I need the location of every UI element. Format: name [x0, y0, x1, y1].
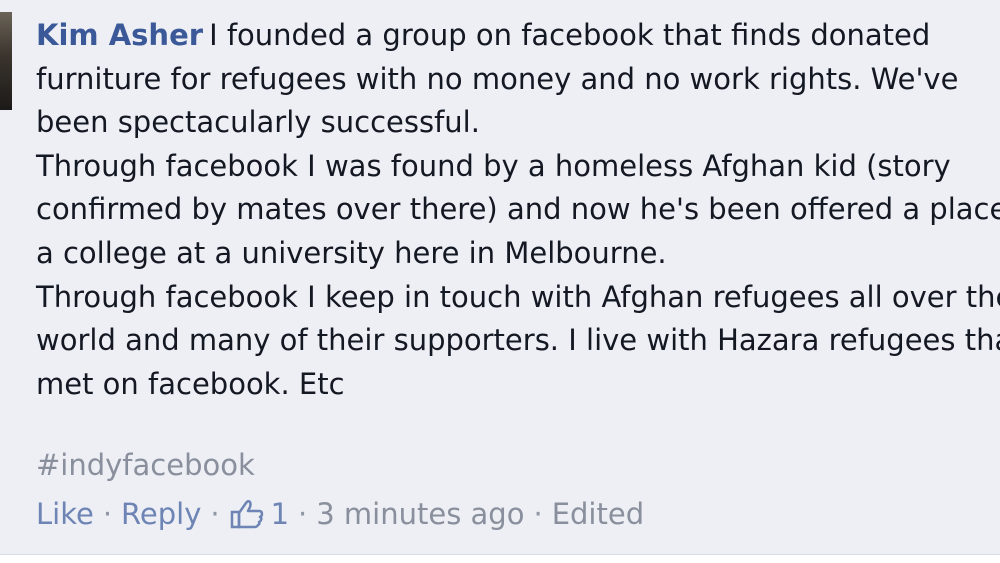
thumbs-up-icon[interactable] — [229, 499, 265, 529]
comment-line: been spectacularly successful. — [36, 105, 480, 140]
comment-line: world and many of their supporters. I li… — [36, 323, 1000, 358]
avatar[interactable] — [0, 12, 12, 110]
reply-button[interactable]: Reply — [121, 497, 201, 531]
separator: · — [298, 497, 308, 531]
comment-line: a college at a university here in Melbou… — [36, 235, 667, 270]
comment-line: met on facebook. Etc — [36, 366, 345, 401]
like-count[interactable]: 1 — [271, 497, 289, 531]
edited-label[interactable]: Edited — [552, 497, 644, 531]
comment-line: Through facebook I keep in touch with Af… — [36, 279, 1000, 314]
comment-line: confirmed by mates over there) and now h… — [36, 192, 1000, 227]
hashtag-link[interactable]: #indyfacebook — [36, 448, 255, 482]
separator: · — [533, 497, 543, 531]
comment-line: Through facebook I was found by a homele… — [36, 148, 951, 183]
comment-divider — [0, 554, 1000, 563]
comment-actions: Like · Reply · 1 · 3 minutes ago · Edite… — [36, 497, 644, 531]
comment-text: I founded a group on facebook that finds… — [209, 18, 931, 52]
separator: · — [210, 497, 220, 531]
comment-line: Kim Asher I founded a group on facebook t… — [36, 14, 1000, 58]
timestamp[interactable]: 3 minutes ago — [316, 497, 524, 531]
separator: · — [102, 497, 113, 531]
author-name[interactable]: Kim Asher — [36, 18, 203, 52]
comment-body: Kim Asher I founded a group on facebook t… — [36, 14, 1000, 406]
comment-line: furniture for refugees with no money and… — [36, 61, 959, 96]
like-button[interactable]: Like — [36, 497, 94, 531]
